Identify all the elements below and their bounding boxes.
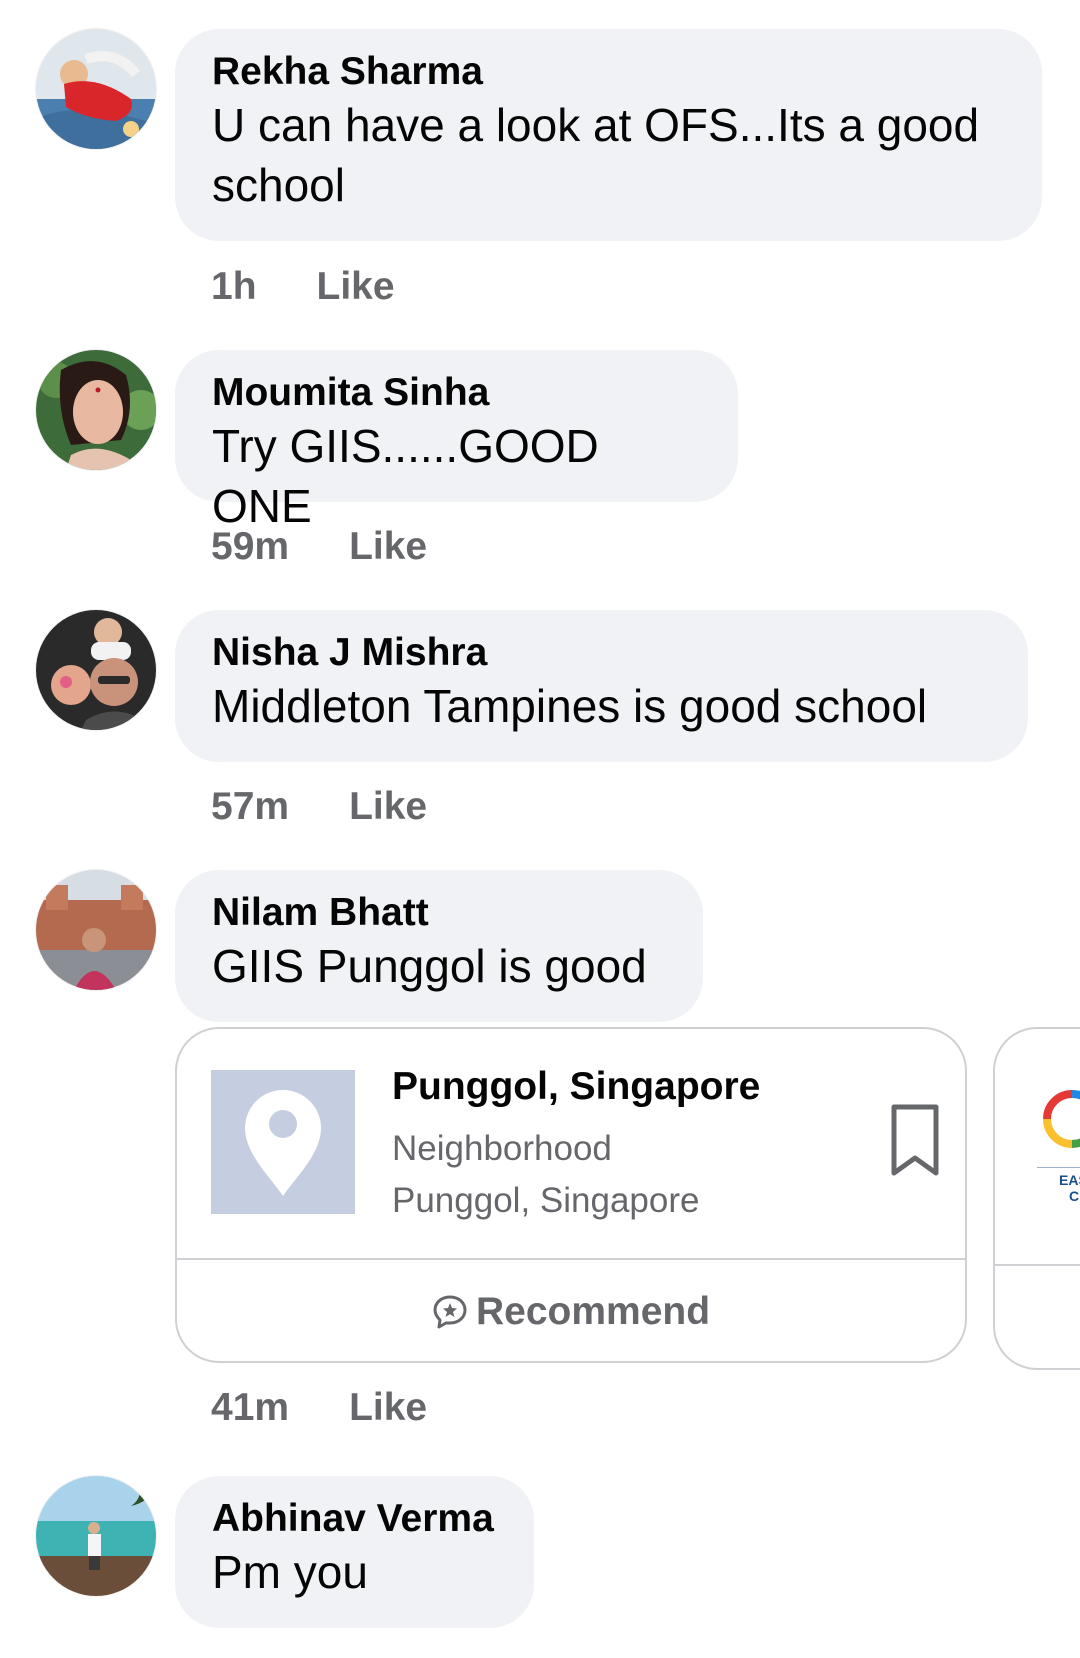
avatar-rekha-sharma[interactable] bbox=[36, 29, 156, 149]
place-card[interactable]: Punggol, Singapore Neighborhood Punggol,… bbox=[175, 1027, 967, 1363]
comment-bubble[interactable]: Nisha J Mishra Middleton Tampines is goo… bbox=[175, 610, 1028, 762]
comment-text: Middleton Tampines is good school bbox=[212, 680, 928, 732]
comment-author[interactable]: Rekha Sharma bbox=[212, 49, 1005, 95]
comment-author[interactable]: Nilam Bhatt bbox=[212, 890, 666, 936]
comment-author[interactable]: Abhinav Verma bbox=[212, 1496, 497, 1542]
comment-bubble[interactable]: Rekha Sharma U can have a look at OFS...… bbox=[175, 29, 1042, 241]
comment-meta: 41m Like bbox=[211, 1385, 427, 1431]
comment-author[interactable]: Nisha J Mishra bbox=[212, 630, 991, 676]
like-button[interactable]: Like bbox=[349, 1385, 427, 1431]
avatar-abhinav-verma[interactable] bbox=[36, 1476, 156, 1596]
comment-text: Try GIIS......GOOD ONE bbox=[212, 420, 599, 532]
business-logo-text: EAS C bbox=[1059, 1172, 1080, 1204]
recommend-button[interactable]: Recommend bbox=[177, 1260, 965, 1361]
comment-meta: 1h Like bbox=[211, 264, 395, 310]
comment-text: Pm you bbox=[212, 1546, 368, 1598]
comment-author[interactable]: Moumita Sinha bbox=[212, 370, 701, 416]
comment-bubble[interactable]: Abhinav Verma Pm you bbox=[175, 1476, 534, 1628]
recommend-star-bubble-icon bbox=[433, 1295, 467, 1328]
comment-timestamp[interactable]: 59m bbox=[211, 524, 289, 570]
comment-bubble[interactable]: Nilam Bhatt GIIS Punggol is good bbox=[175, 870, 703, 1022]
comments-page: Rekha Sharma U can have a look at OFS...… bbox=[0, 0, 1080, 1658]
comment-text: U can have a look at OFS...Its a good sc… bbox=[212, 95, 1005, 215]
avatar-photo-icon bbox=[36, 610, 156, 730]
avatar-photo-icon bbox=[36, 1476, 156, 1596]
comment-text-line: school bbox=[212, 159, 345, 211]
logo-text-line: C bbox=[1069, 1188, 1080, 1204]
business-logo-icon bbox=[1037, 1084, 1080, 1159]
place-title[interactable]: Punggol, Singapore bbox=[392, 1063, 760, 1111]
comment-timestamp[interactable]: 41m bbox=[211, 1385, 289, 1431]
card-divider bbox=[995, 1264, 1080, 1266]
avatar-nilam-bhatt[interactable] bbox=[36, 870, 156, 990]
comment-timestamp[interactable]: 1h bbox=[211, 264, 257, 310]
place-thumbnail bbox=[211, 1070, 355, 1214]
avatar-photo-icon bbox=[36, 870, 156, 990]
avatar-photo-icon bbox=[36, 29, 156, 149]
like-button[interactable]: Like bbox=[349, 524, 427, 570]
place-category: Neighborhood bbox=[392, 1129, 612, 1168]
avatar-photo-icon bbox=[36, 350, 156, 470]
comment-meta: 57m Like bbox=[211, 784, 427, 830]
logo-text-line: EAS bbox=[1059, 1172, 1080, 1188]
bookmark-icon[interactable] bbox=[890, 1103, 940, 1177]
comment-timestamp[interactable]: 57m bbox=[211, 784, 289, 830]
avatar-moumita-sinha[interactable] bbox=[36, 350, 156, 470]
comment-text: GIIS Punggol is good bbox=[212, 940, 647, 992]
avatar-nisha-j-mishra[interactable] bbox=[36, 610, 156, 730]
next-place-card[interactable]: EAS C bbox=[993, 1027, 1080, 1370]
map-pin-icon bbox=[245, 1090, 321, 1196]
comment-text-line: U can have a look at OFS...Its a good bbox=[212, 99, 980, 151]
comment-bubble[interactable]: Moumita Sinha Try GIIS......GOOD ONE bbox=[175, 350, 738, 532]
comment-meta: 59m Like bbox=[211, 524, 427, 570]
recommend-label: Recommend bbox=[475, 1289, 711, 1333]
place-location: Punggol, Singapore bbox=[392, 1181, 700, 1220]
logo-divider bbox=[1037, 1167, 1080, 1168]
like-button[interactable]: Like bbox=[317, 264, 395, 310]
like-button[interactable]: Like bbox=[349, 784, 427, 830]
